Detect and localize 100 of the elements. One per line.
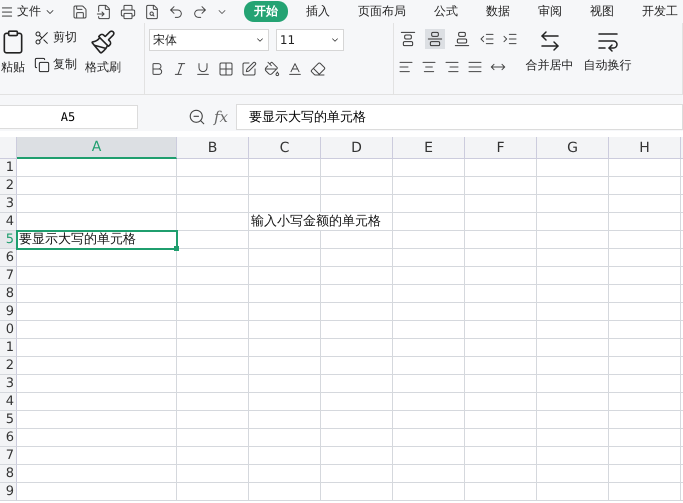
table-cell [537,231,609,249]
align-center-icon[interactable] [420,59,437,75]
save-icon[interactable] [72,4,88,20]
fill-handle[interactable] [174,246,179,251]
function-button[interactable]: fx [214,108,228,126]
indent-decrease-icon[interactable] [478,31,495,47]
font-color-icon[interactable] [286,61,303,77]
align-right-icon[interactable] [444,59,460,75]
print-preview-icon[interactable] [144,4,160,20]
table-cell [177,267,249,285]
table-cell [393,321,465,339]
ribbon-tab[interactable]: 页面布局 [348,1,416,22]
column-header[interactable]: D [321,137,393,159]
vertical-align-button[interactable] [424,29,445,49]
format-painter-button[interactable]: 格式刷 [83,29,123,76]
table-cell [465,447,537,465]
wrap-text-button[interactable]: 自动换行 [582,29,634,74]
export-icon[interactable] [96,4,112,20]
row-header[interactable]: 6 [0,429,17,447]
paintbrush-icon [90,29,116,55]
ribbon-tab[interactable]: 视图 [580,1,624,22]
table-cell [321,267,393,285]
table-cell [465,357,537,375]
underline-icon[interactable] [194,61,211,77]
table-cell [465,429,537,447]
font-size-field[interactable]: 11 [276,29,344,51]
table-cell [537,303,609,321]
redo-icon[interactable] [192,4,208,20]
file-menu[interactable]: 文件 [0,3,56,20]
row-header[interactable]: 8 [0,285,17,303]
justify-icon[interactable] [466,59,483,75]
row-header[interactable]: 8 [0,465,17,483]
column-header[interactable]: C [249,137,321,159]
indent-increase-icon[interactable] [502,31,518,47]
table-cell [249,303,321,321]
align-left-icon[interactable] [398,59,414,75]
table-cell [537,465,609,483]
table-cell: 输入小写金额的单元格 [249,213,393,231]
print-icon[interactable] [120,4,136,20]
row-header[interactable]: 4 [0,393,17,411]
fill-color-icon[interactable] [264,61,280,77]
table-cell [393,357,465,375]
table-cell [609,375,681,393]
merge-center-button[interactable]: 合并居中 [524,29,576,74]
table-cell [465,213,537,231]
table-cell [465,231,537,249]
row-header[interactable]: 1 [0,339,17,357]
column-header[interactable]: F [465,137,537,159]
row-header[interactable]: 0 [0,321,17,339]
column-header[interactable]: G [537,137,609,159]
cut-button[interactable]: 剪切 [34,29,77,46]
table-cell [177,357,249,375]
formula-field[interactable]: 要显示大写的单元格 [236,104,683,130]
ribbon-tab[interactable]: 审阅 [528,1,572,22]
row-header[interactable]: 7 [0,447,17,465]
table-cell [465,339,537,357]
row-header[interactable]: 1 [0,159,17,177]
ribbon-tab[interactable]: 公式 [424,1,468,22]
row-header[interactable]: 9 [0,483,17,501]
row-header[interactable]: 4 [0,213,17,231]
row-header[interactable]: 2 [0,357,17,375]
row-header[interactable]: 3 [0,195,17,213]
zoom-icon[interactable] [188,108,206,126]
ribbon-tab[interactable]: 开发工 [632,1,683,22]
table-cell [321,429,393,447]
row-header[interactable]: 5 [0,411,17,429]
column-header[interactable]: B [177,137,249,159]
eraser-icon[interactable] [310,61,326,77]
column-header[interactable]: H [609,137,681,159]
borders-icon[interactable] [218,61,234,77]
table-cell [177,213,249,231]
table-cell [321,339,393,357]
font-name-field[interactable]: 宋体 [148,29,269,51]
table-cell [393,429,465,447]
table-cell [537,267,609,285]
table-cell [177,447,249,465]
copy-button[interactable]: 复制 [34,56,77,73]
table-cell [249,357,321,375]
table-cell: 要显示大写的单元格 [17,231,177,249]
row-header[interactable]: 7 [0,267,17,285]
align-icon [454,31,470,47]
table-cell [177,375,249,393]
name-box[interactable]: A5 [0,105,138,129]
table-cell [609,357,681,375]
copy-icon [34,56,50,72]
column-header[interactable]: E [393,137,465,159]
row-header[interactable]: 3 [0,375,17,393]
ribbon-tab[interactable]: 插入 [296,1,340,22]
ribbon-tab[interactable]: 数据 [476,1,520,22]
row-header[interactable]: 9 [0,303,17,321]
table-cell [177,339,249,357]
row-header[interactable]: 6 [0,249,17,267]
table-cell [321,483,393,501]
paste-button[interactable]: 粘贴 [0,29,28,76]
undo-icon[interactable] [168,4,184,20]
cell-style-icon[interactable] [240,61,257,77]
table-cell [177,285,249,303]
table-cell [393,375,465,393]
row-header[interactable]: 2 [0,177,17,195]
table-cell [609,483,681,501]
